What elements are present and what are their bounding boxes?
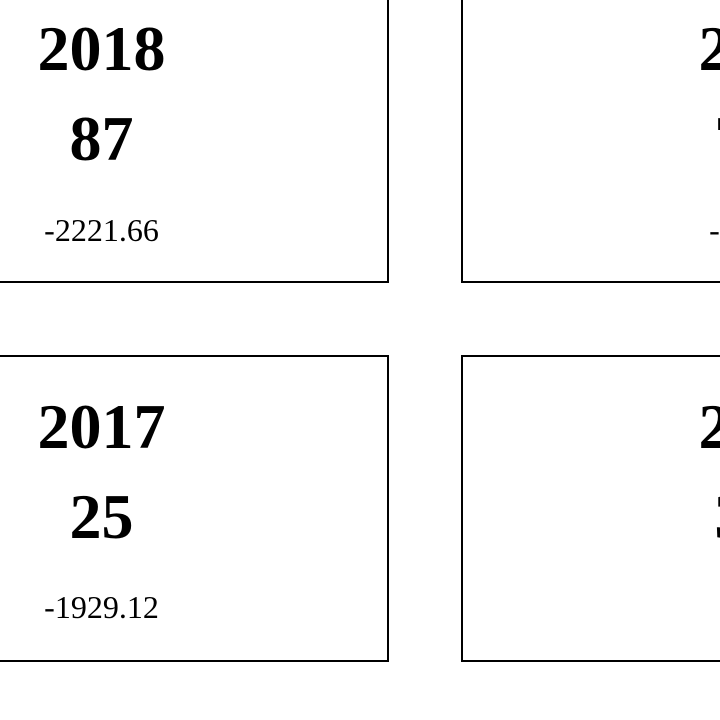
card-year: 20: [698, 13, 720, 84]
card-count: 87: [69, 103, 134, 174]
card-value: -1929.12: [44, 589, 159, 625]
card-grid: 2018 87 -2221.66 20 7 -14 2017 25 -1929.…: [0, 0, 720, 720]
card-count: 25: [69, 481, 134, 552]
card-value: -2221.66: [44, 212, 159, 248]
stat-card-2017: 2017 25 -1929.12: [0, 355, 389, 662]
card-year: 20: [698, 391, 720, 462]
card-year: 2018: [37, 13, 166, 84]
card-value: 0: [608, 591, 720, 623]
stat-card-bottom-right: 20 3 0: [461, 355, 720, 662]
card-year: 2017: [37, 391, 166, 462]
card-count: 7: [608, 107, 720, 171]
card-count: 3: [608, 485, 720, 549]
stat-card-top-right: 20 7 -14: [461, 0, 720, 283]
card-value: -14: [709, 212, 720, 248]
stat-card-2018: 2018 87 -2221.66: [0, 0, 389, 283]
